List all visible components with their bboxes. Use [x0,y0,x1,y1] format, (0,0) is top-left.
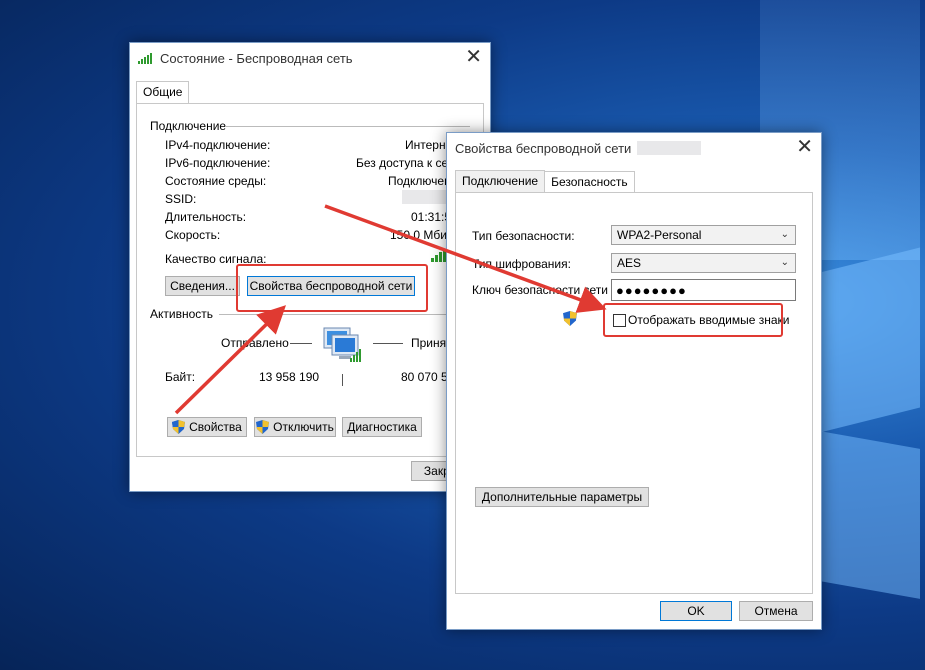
network-computer-icon [320,326,364,373]
divider [373,343,403,344]
annotation-highlight-box [236,264,428,312]
security-type-value: WPA2-Personal [617,228,702,242]
divider [342,374,343,386]
chevron-down-icon: ⌄ [780,229,789,240]
properties-button[interactable]: Свойства [167,417,247,437]
chevron-down-icon: ⌄ [780,257,789,268]
ipv4-label: IPv4-подключение: [165,138,271,152]
security-key-input[interactable]: ●●●●●●●● [611,279,796,301]
encryption-type-select[interactable]: AES ⌄ [611,253,796,273]
security-key-label: Ключ безопасности сети [472,283,608,297]
divider [219,314,470,315]
bytes-label: Байт: [165,370,196,384]
wifi-signal-icon [138,52,154,64]
disconnect-button-label: Отключить [273,420,334,434]
tab-security[interactable]: Безопасность [544,171,635,193]
security-panel: Тип безопасности: WPA2-Personal ⌄ Тип ши… [455,192,813,594]
network-name-redacted [637,141,702,155]
properties-window-titlebar[interactable]: Свойства беспроводной сети [447,133,821,163]
status-tabs: Общие [136,80,190,103]
desktop-wallpaper-pane [820,431,920,599]
tab-connection[interactable]: Подключение [455,170,546,192]
ssid-redacted [402,190,452,204]
status-window-titlebar[interactable]: Состояние - Беспроводная сеть [130,43,490,73]
annotation-highlight-box [603,303,783,337]
sent-label: Отправлено [221,336,289,350]
connection-header: Подключение [150,119,227,133]
uac-shield-icon [563,311,577,329]
ipv6-value: Без доступа к сети [356,156,460,170]
tab-general[interactable]: Общие [136,81,190,103]
diagnostics-button[interactable]: Диагностика [342,417,422,437]
close-icon[interactable]: ✕ [465,47,482,67]
cancel-button[interactable]: Отмена [739,601,813,621]
ipv6-label: IPv6-подключение: [165,156,271,170]
advanced-settings-button[interactable]: Дополнительные параметры [475,487,649,507]
divider [290,343,312,344]
status-window-title: Состояние - Беспроводная сеть [160,50,353,66]
bytes-sent-value: 13 958 190 [259,370,320,384]
ok-button[interactable]: OK [660,601,732,621]
uac-shield-icon [172,420,186,434]
disconnect-button[interactable]: Отключить [254,417,336,437]
close-icon[interactable]: ✕ [796,137,813,157]
uac-shield-icon [256,420,270,434]
details-button[interactable]: Сведения... [165,276,240,296]
duration-label: Длительность: [165,210,247,224]
media-state-label: Состояние среды: [165,174,267,188]
properties-tabs: Подключение Безопасность [455,170,635,193]
properties-window-title: Свойства беспроводной сети [455,140,632,156]
desktop-wallpaper-pane [820,247,920,433]
encryption-type-label: Тип шифрования: [472,257,571,271]
speed-label: Скорость: [165,228,221,242]
divider [225,126,470,127]
security-type-label: Тип безопасности: [472,229,575,243]
wireless-properties-window: Свойства беспроводной сети ✕ Подключение… [446,132,822,630]
security-type-select[interactable]: WPA2-Personal ⌄ [611,225,796,245]
activity-header: Активность [150,307,214,321]
encryption-type-value: AES [617,256,642,270]
ssid-label: SSID: [165,192,197,206]
properties-button-label: Свойства [189,420,242,434]
